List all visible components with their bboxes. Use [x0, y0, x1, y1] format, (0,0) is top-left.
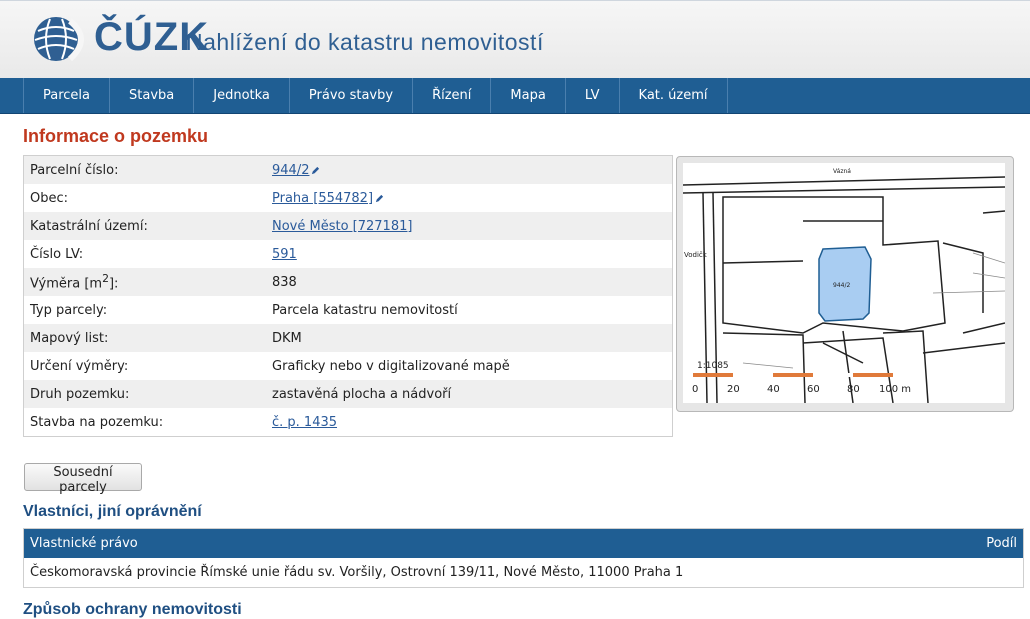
- row-value: Parcela katastru nemovitostí: [266, 296, 673, 324]
- scale-ratio: 1:1085: [697, 361, 729, 371]
- nav-item-stavba[interactable]: Stavba: [110, 78, 195, 113]
- parcel-number-link[interactable]: 944/2: [272, 163, 309, 178]
- street-label: Vázná: [833, 168, 851, 175]
- table-row: Typ parcely: Parcela katastru nemovitost…: [23, 296, 673, 324]
- cislo-lv-link[interactable]: 591: [272, 247, 297, 262]
- parcel-info-table: Parcelní číslo: 944/2 Obec: Praha [55478…: [23, 155, 673, 437]
- map-image: Vodičk Vázná 944/2 1:1085 0 20 40 60 80 …: [683, 163, 1005, 403]
- table-row: Obec: Praha [554782]: [23, 184, 673, 212]
- cuzk-logo[interactable]: ČÚZK: [30, 13, 208, 65]
- row-label: Stavba na pozemku:: [23, 408, 266, 437]
- pencil-icon[interactable]: [375, 194, 384, 203]
- table-row: Číslo LV: 591: [23, 240, 673, 268]
- parcel-label: 944/2: [833, 282, 850, 289]
- row-label: Mapový list:: [23, 324, 266, 352]
- row-label: Obec:: [23, 184, 266, 212]
- info-title: Informace o pozemku: [23, 126, 209, 146]
- table-row: Stavba na pozemku: č. p. 1435: [23, 408, 673, 437]
- row-label: Druh pozemku:: [23, 380, 266, 408]
- main-nav: Parcela Stavba Jednotka Právo stavby Říz…: [0, 78, 1030, 114]
- nav-item-jednotka[interactable]: Jednotka: [194, 78, 290, 113]
- table-row: Výměra [m2]: 838: [23, 268, 673, 296]
- owners-title: Vlastníci, jiní oprávnění: [23, 503, 202, 520]
- table-row: Druh pozemku: zastavěná plocha a nádvoří: [23, 380, 673, 408]
- site-title: Nahlížení do katastru nemovitostí: [186, 29, 544, 55]
- row-value: Graficky nebo v digitalizované mapě: [266, 352, 673, 380]
- globe-icon: [34, 17, 84, 62]
- katastralni-uzemi-link[interactable]: Nové Město [727181]: [272, 219, 412, 234]
- parcel-map[interactable]: Vodičk Vázná 944/2 1:1085 0 20 40 60 80 …: [676, 156, 1014, 412]
- scale-label: 80: [847, 384, 860, 395]
- stavba-link[interactable]: č. p. 1435: [272, 415, 337, 430]
- row-value: 838: [266, 268, 673, 296]
- header-share: Podíl: [986, 536, 1017, 551]
- scale-label: 40: [767, 384, 780, 395]
- scale-label: 20: [727, 384, 740, 395]
- street-label: Vodičk: [684, 251, 708, 259]
- nav-item-mapa[interactable]: Mapa: [491, 78, 566, 113]
- nav-item-rizeni[interactable]: Řízení: [413, 78, 492, 113]
- table-row: Parcelní číslo: 944/2: [23, 155, 673, 184]
- neighbors-button[interactable]: Sousední parcely: [24, 463, 142, 495]
- protection-title: Způsob ochrany nemovitosti: [23, 601, 242, 618]
- row-value: zastavěná plocha a nádvoří: [266, 380, 673, 408]
- owners-table-header: Vlastnické právo Podíl: [24, 529, 1023, 558]
- table-row: Českomoravská provincie Římské unie řádu…: [30, 565, 684, 580]
- nav-item-lv[interactable]: LV: [566, 78, 620, 113]
- nav-item-parcela[interactable]: Parcela: [23, 78, 111, 113]
- obec-link[interactable]: Praha [554782]: [272, 191, 373, 206]
- row-label: Parcelní číslo:: [23, 155, 266, 184]
- row-label: Číslo LV:: [23, 240, 266, 268]
- row-value: DKM: [266, 324, 673, 352]
- pencil-icon[interactable]: [311, 166, 320, 175]
- scale-label: 100 m: [879, 384, 911, 395]
- nav-item-pravo-stavby[interactable]: Právo stavby: [290, 78, 414, 113]
- header-ownership: Vlastnické právo: [30, 536, 138, 551]
- table-row: Katastrální území: Nové Město [727181]: [23, 212, 673, 240]
- owners-table: Vlastnické právo Podíl Českomoravská pro…: [23, 528, 1024, 588]
- row-label: Typ parcely:: [23, 296, 266, 324]
- scale-label: 0: [692, 384, 698, 395]
- table-row: Mapový list: DKM: [23, 324, 673, 352]
- nav-item-kat-uzemi[interactable]: Kat. území: [620, 78, 728, 113]
- page-header: ČÚZK Nahlížení do katastru nemovitostí: [0, 0, 1030, 79]
- scale-label: 60: [807, 384, 820, 395]
- row-label: Výměra [m2]:: [23, 268, 266, 296]
- row-label: Určení výměry:: [23, 352, 266, 380]
- table-row: Určení výměry: Graficky nebo v digitaliz…: [23, 352, 673, 380]
- row-label: Katastrální území:: [23, 212, 266, 240]
